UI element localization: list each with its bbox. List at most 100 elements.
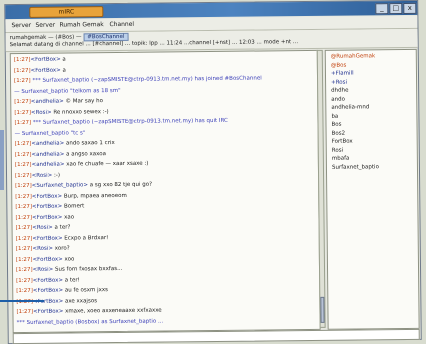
chat-line: [1:27]<andhelia> © Mar say ho bbox=[14, 96, 314, 105]
chat-nick[interactable]: <FortBox> bbox=[33, 256, 63, 262]
maximize-icon[interactable]: □ bbox=[389, 3, 403, 15]
chat-message: xoo bbox=[62, 255, 75, 263]
chat-message: a sg xxo 82 tje qui go? bbox=[87, 181, 153, 189]
menu-server-2[interactable]: Server bbox=[35, 21, 55, 31]
chat-nick[interactable]: <FortBox> bbox=[32, 214, 62, 220]
chat-nick[interactable]: <andhelia> bbox=[31, 151, 64, 157]
user-list-item[interactable]: Bos2 bbox=[332, 130, 346, 136]
chat-line: [1:27]<FortBox> xmaxe, xoeo axxeneaaxe x… bbox=[16, 306, 316, 316]
toolbar-nick-text: rumahgemak — (#Bos) — bbox=[9, 34, 84, 42]
chat-nick[interactable]: <FortBox> bbox=[31, 67, 61, 73]
chat-message: xao fe chuafe — xaar xsaxe :) bbox=[64, 160, 149, 168]
menu-rumah-gemak[interactable]: Rumah Gemak bbox=[59, 20, 103, 30]
window-title: mIRC bbox=[29, 6, 104, 18]
user-list-item[interactable]: ando bbox=[331, 96, 345, 102]
chat-message: :-) bbox=[52, 172, 61, 179]
chat-nick[interactable]: <andhelia> bbox=[32, 162, 65, 168]
chat-nick[interactable]: <FortBox> bbox=[32, 204, 62, 210]
chat-timestamp: [1:27] bbox=[14, 77, 31, 85]
chat-nick[interactable]: <FortBox> bbox=[32, 235, 62, 241]
chat-message: xmaxe, xoeo axxeneaaxe xxfxaxxe bbox=[63, 307, 162, 315]
chat-line: [1:27]<FortBox> Ecxpo a Brdxar! bbox=[15, 232, 316, 242]
user-list-item[interactable]: ba bbox=[331, 113, 338, 119]
chat-message: *** Surfaxnet_baptio (Bosbox) as Surfaxn… bbox=[16, 318, 164, 326]
chat-timestamp: [1:27] bbox=[15, 235, 33, 242]
user-list-item[interactable]: @Bos bbox=[331, 62, 347, 68]
user-list-item[interactable]: Rosi bbox=[332, 147, 343, 153]
chat-line: [1:27]<Surfaxnet_baptio> a sg xxo 82 tje… bbox=[15, 180, 315, 189]
scrollbar-thumb[interactable] bbox=[320, 296, 325, 323]
chat-nick[interactable]: <FortBox> bbox=[32, 193, 62, 199]
chat-timestamp: [1:27] bbox=[15, 256, 33, 263]
chat-message: © Mar say ho bbox=[63, 98, 104, 105]
chat-nick[interactable]: <FortBox> bbox=[30, 57, 60, 63]
user-list-item[interactable]: mbafa bbox=[332, 156, 350, 162]
chat-line: [1:27]<FortBox> Burp, mpaea aneoeom bbox=[15, 190, 315, 199]
chat-line: [1:27]<andhelia> xao fe chuafe — xaar xs… bbox=[15, 159, 315, 168]
chat-nick[interactable]: <Rosi> bbox=[33, 267, 54, 273]
menu-channel[interactable]: Channel bbox=[109, 20, 134, 30]
chat-line: — Surfaxnet_baptio "tc s" bbox=[14, 127, 315, 137]
user-list-item[interactable]: Surfaxnet_baptio bbox=[332, 164, 379, 170]
chat-line: [1:27]<FortBox> xoo bbox=[15, 253, 316, 263]
chat-message: a angso xaxoa bbox=[64, 150, 107, 158]
chat-nick[interactable]: <Rosi> bbox=[32, 172, 53, 178]
user-list[interactable]: @RumahGemak @Bos +Flamill +Rosi dhdhe ando and… bbox=[324, 48, 420, 330]
chat-timestamp: [1:27] bbox=[15, 182, 32, 190]
chat-nick[interactable]: <Rosi> bbox=[32, 225, 53, 231]
chat-timestamp: [1:27] bbox=[14, 98, 31, 106]
chat-message: Bomert bbox=[62, 203, 85, 210]
chat-line: [1:27]<Rosi> Re nnoxxo sewex :-) bbox=[14, 106, 314, 116]
chat-timestamp: [1:27] bbox=[14, 151, 32, 158]
chat-line: [1:27]<Rosi> xoro? bbox=[16, 243, 316, 253]
chat-line: [1:27]<FortBox> a bbox=[14, 64, 314, 74]
chat-message: — Surfaxnet_baptio "telkom as 18 sm" bbox=[14, 87, 121, 95]
chat-timestamp: [1:27] bbox=[15, 203, 33, 211]
window-edge-strip bbox=[0, 130, 4, 190]
chat-log[interactable]: [1:27]<FortBox> a [1:27]<FortBox> a [1:27]… bbox=[9, 49, 321, 334]
chat-message: a ter? bbox=[52, 224, 71, 231]
chat-nick[interactable]: <Surfaxnet_baptio> bbox=[32, 182, 88, 189]
minimize-icon[interactable]: _ bbox=[375, 3, 389, 15]
chat-timestamp: [1:27] bbox=[16, 277, 33, 284]
chat-line: [1:27]<FortBox> xao bbox=[15, 211, 315, 221]
chat-line: [1:27]<andhelia> ando saxao 1 crix bbox=[15, 138, 315, 147]
chat-nick[interactable]: <FortBox> bbox=[33, 277, 63, 283]
chat-timestamp: [1:27] bbox=[15, 214, 33, 221]
close-icon[interactable]: x bbox=[403, 2, 417, 14]
chat-line: [1:27] *** Surfaxnet_baptio (~zapSMISTE@… bbox=[14, 75, 314, 84]
chat-line: [1:27] *** Surfaxnet_baptio (~zapSMISTE@… bbox=[14, 117, 314, 126]
chat-line: [1:27]<Rosi> Sus forn fxosax bxxfas... bbox=[16, 264, 316, 273]
user-list-item[interactable]: +Rosi bbox=[331, 79, 347, 85]
chat-line: [1:27]<Rosi> :-) bbox=[15, 169, 315, 178]
chat-line: [1:27]<FortBox> a ter! bbox=[16, 274, 316, 284]
chat-message: a bbox=[60, 56, 66, 63]
user-list-item[interactable]: @RumahGemak bbox=[331, 53, 375, 59]
chat-message: ando saxao 1 crix bbox=[64, 140, 115, 147]
chat-nick[interactable]: <FortBox> bbox=[33, 288, 63, 294]
chat-line: [1:27]<FortBox> axe xxajsos bbox=[16, 295, 316, 305]
chat-window: mIRC _ □ x Server Server Rumah Gemak Cha… bbox=[4, 0, 422, 344]
user-list-item[interactable]: dhdhe bbox=[331, 88, 348, 94]
chat-line: — Surfaxnet_baptio "telkom as 18 sm" bbox=[14, 85, 314, 94]
chat-message: — Surfaxnet_baptio "tc s" bbox=[14, 129, 86, 137]
chat-message: xoro? bbox=[52, 245, 70, 252]
chat-timestamp: [1:27] bbox=[13, 56, 31, 64]
menu-server[interactable]: Server bbox=[11, 21, 31, 31]
chat-message: au fe osxm jxxs bbox=[63, 287, 109, 294]
user-list-item[interactable]: andhelia-mnd bbox=[331, 104, 369, 110]
chat-nick[interactable]: <FortBox> bbox=[33, 309, 63, 315]
user-list-item[interactable]: FortBox bbox=[332, 139, 353, 145]
chat-nick[interactable]: <Rosi> bbox=[32, 246, 53, 252]
chat-nick[interactable]: <andhelia> bbox=[31, 99, 64, 105]
chat-timestamp: [1:27] bbox=[16, 287, 33, 295]
user-list-item[interactable]: +Flamill bbox=[331, 71, 354, 77]
user-list-item[interactable]: Bos bbox=[331, 122, 341, 128]
chat-nick[interactable]: <Rosi> bbox=[31, 109, 52, 115]
chat-message: a ter! bbox=[62, 276, 80, 284]
chat-line: [1:27]<andhelia> a angso xaxoa bbox=[14, 148, 315, 158]
chat-timestamp: [1:27] bbox=[15, 224, 33, 232]
chat-nick[interactable]: <andhelia> bbox=[31, 141, 64, 147]
chat-message: axe xxajsos bbox=[63, 297, 98, 305]
chat-timestamp: [1:27] bbox=[15, 193, 32, 200]
